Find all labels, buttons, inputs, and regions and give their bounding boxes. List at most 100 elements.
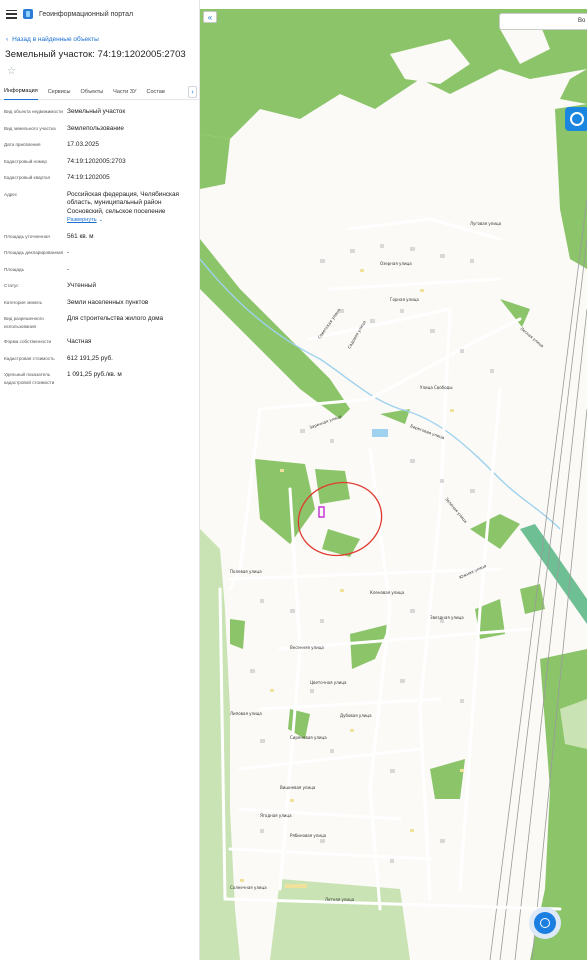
property-value: 612 191,25 руб.: [67, 354, 113, 362]
top-bar: Геоинформационный портал: [0, 0, 199, 28]
map-search-input[interactable]: Во: [499, 13, 587, 30]
favorite-star-icon[interactable]: ☆: [0, 60, 199, 84]
property-value: Для строительства жилого дома: [67, 315, 164, 322]
forest-area: [560, 69, 587, 104]
street-label: Звездная улица: [430, 615, 464, 620]
property-value: Земли населенных пунктов: [67, 298, 149, 306]
property-label: Кадастровый квартал: [4, 175, 51, 180]
property-value: 561 кв. м: [67, 232, 94, 240]
forest-area: [470, 514, 520, 549]
portal-title: Геоинформационный портал: [39, 10, 134, 18]
pond: [372, 429, 388, 437]
property-value: -: [67, 249, 70, 256]
properties-list: Вид объекта недвижимости Земельный участ…: [0, 100, 199, 386]
property-row: Кадастровая стоимость 612 191,25 руб.: [4, 355, 195, 364]
street-label: Полевая улица: [230, 569, 262, 574]
street-label: Летняя улица: [325, 897, 355, 902]
forest-area: [430, 759, 465, 799]
property-value: 74:19:1202005: [67, 174, 110, 181]
back-link-label: Назад в найденные объекты: [12, 36, 99, 43]
property-value: Учтенный: [67, 282, 97, 289]
tab-information[interactable]: Информация: [4, 84, 38, 100]
street-label: Береговая улица: [410, 423, 446, 440]
chevron-down-icon[interactable]: ⌄: [98, 217, 103, 223]
map-canvas[interactable]: Луговая улица Озерная улица Горная улица…: [200, 9, 587, 960]
property-row: Статус Учтенный: [4, 282, 195, 291]
forest-area: [270, 879, 410, 960]
street-label: Солнечная улица: [230, 885, 267, 890]
info-panel: Геоинформационный портал ‹ Назад в найде…: [0, 0, 200, 960]
street-label: Сиреневая улица: [290, 735, 327, 740]
chat-icon: [540, 918, 550, 928]
property-label: Дата присвоения: [4, 142, 41, 147]
street-label: Луговая улица: [470, 221, 502, 226]
property-label: Категория земель: [4, 299, 42, 305]
property-label: Удельный показатель кадастровой стоимост…: [4, 372, 55, 385]
property-value: 74:19:1202005:2703: [67, 157, 126, 165]
street-label: Вишневая улица: [280, 785, 316, 790]
property-row: Вид разрешенного использования Для строи…: [4, 315, 195, 330]
forest-area: [520, 584, 545, 614]
property-label: Статус: [4, 283, 19, 288]
property-row: Дата присвоения 17.03.2025: [4, 141, 195, 150]
property-label: Кадастровый номер: [4, 158, 47, 164]
object-title: Земельный участок: 74:19:1202005:2703: [5, 49, 186, 60]
property-row: Кадастровый номер 74:19:1202005:2703: [4, 158, 195, 167]
portal-logo-icon: [23, 9, 33, 19]
street-label: Цветочная улица: [310, 680, 347, 685]
forest-area: [200, 134, 230, 189]
tab-composition[interactable]: Состав: [147, 84, 165, 100]
property-value: 1 091,25 руб./кв. м: [67, 371, 122, 378]
expand-address-link[interactable]: Развернуть: [67, 217, 97, 223]
street-label: Дубовая улица: [340, 713, 372, 718]
property-value: Земельный участок: [67, 108, 126, 115]
street-label: Садовая улица: [347, 319, 367, 349]
property-row: Площадь уточненная 561 кв. м: [4, 233, 195, 242]
street-label: Зеленая улица: [444, 496, 468, 524]
forest-area: [315, 469, 350, 504]
property-label: Форма собственности: [4, 339, 52, 344]
street-label: Кленовая улица: [370, 590, 405, 595]
property-value: Российская федерация, Челябинская област…: [67, 191, 195, 225]
chevron-left-icon: ‹: [6, 36, 9, 43]
street-label: Озерная улица: [380, 261, 412, 266]
selected-parcel[interactable]: [318, 506, 325, 518]
street-label: Липовая улица: [230, 711, 262, 716]
property-row: Вид объекта недвижимости Земельный участ…: [4, 108, 195, 117]
property-label: Площадь уточненная: [4, 233, 50, 239]
tab-services[interactable]: Сервисы: [48, 84, 71, 100]
forest-area: [230, 619, 245, 649]
layers-button[interactable]: [565, 107, 587, 131]
street-label: Заречная улица: [309, 413, 343, 429]
street-label: Улица Свободы: [420, 385, 452, 390]
tab-objects[interactable]: Объекты: [80, 84, 103, 100]
property-label: Вид земельного участка: [4, 125, 56, 131]
property-row: Кадастровый квартал 74:19:1202005: [4, 174, 195, 183]
property-row: Площадь -: [4, 266, 195, 275]
property-row: Форма собственности Частная: [4, 338, 195, 347]
street-label: Горная улица: [390, 297, 419, 302]
tab-parts[interactable]: Части ЗУ: [113, 84, 136, 100]
property-value: -: [67, 265, 70, 273]
street-label: Ягодная улица: [260, 813, 292, 818]
property-row: Адрес Российская федерация, Челябинская …: [4, 191, 195, 225]
property-value: Частная: [67, 338, 92, 345]
chat-button[interactable]: [529, 907, 561, 939]
back-link[interactable]: ‹ Назад в найденные объекты: [0, 28, 199, 43]
menu-icon[interactable]: [6, 9, 17, 19]
property-label: Кадастровая стоимость: [4, 355, 55, 361]
property-row: Площадь декларированная -: [4, 249, 195, 258]
collapse-panel-button[interactable]: «: [203, 11, 217, 23]
address-text: Российская федерация, Челябинская област…: [67, 190, 179, 215]
property-value: 17.03.2025: [67, 141, 99, 148]
tabs-scroll-right-icon[interactable]: ›: [188, 86, 197, 98]
property-row: Категория земель Земли населенных пункто…: [4, 299, 195, 308]
property-row: Вид земельного участка Землепользование: [4, 125, 195, 134]
forest-area: [255, 459, 315, 544]
property-label: Площадь декларированная: [4, 250, 64, 255]
property-label: Площадь: [4, 266, 24, 272]
property-label: Вид разрешенного использования: [4, 316, 44, 329]
property-label: Вид объекта недвижимости: [4, 109, 63, 114]
street-label: Лесная улица: [519, 326, 545, 349]
map-svg: Луговая улица Озерная улица Горная улица…: [200, 9, 587, 960]
